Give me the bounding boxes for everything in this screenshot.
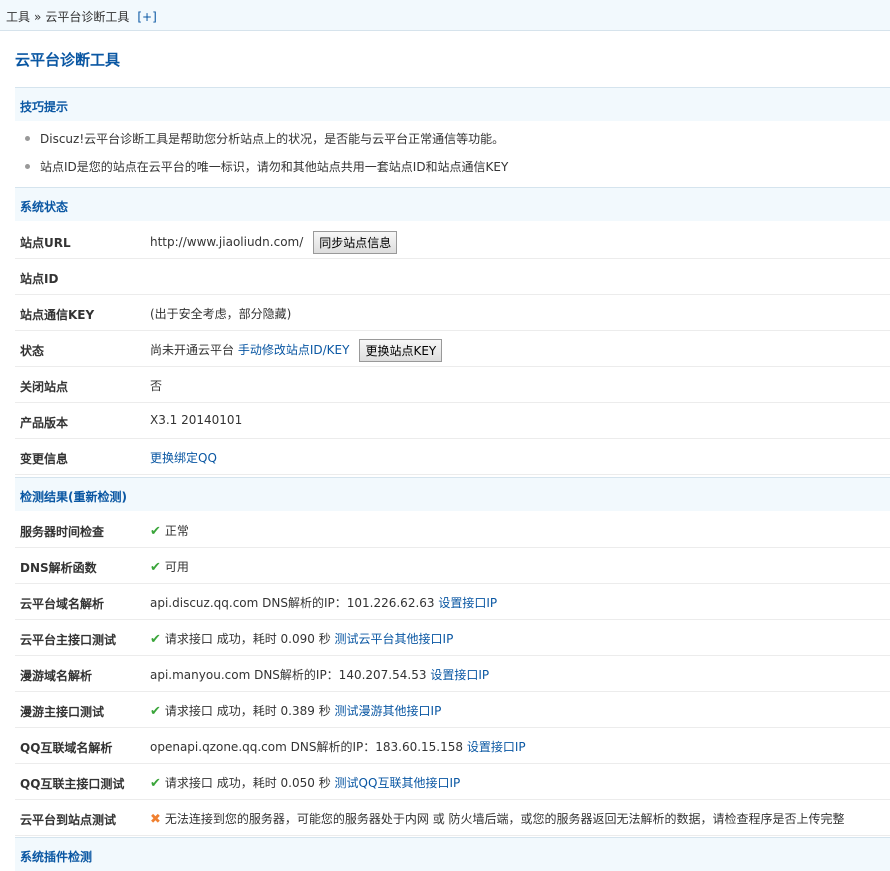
change-site-key-button[interactable]: 更换站点KEY bbox=[359, 339, 443, 362]
check-row-link[interactable]: 测试云平台其他接口IP bbox=[335, 632, 454, 646]
check-row-text: 请求接口 成功，耗时 0.090 秒 bbox=[164, 632, 331, 646]
check-row: 云平台到站点测试 ✖ 无法连接到您的服务器，可能您的服务器处于内网 或 防火墙后端，… bbox=[15, 800, 890, 836]
check-row-value: api.manyou.com DNS解析的IP：140.207.54.53 设置… bbox=[150, 666, 489, 683]
system-status-header-label: 系统状态 bbox=[20, 200, 69, 214]
change-bound-qq-link[interactable]: 更换绑定QQ bbox=[150, 451, 217, 465]
check-row: DNS解析函数 ✔ 可用 bbox=[15, 548, 890, 584]
check-row-label: 服务器时间检查 bbox=[20, 525, 105, 539]
check-row: QQ互联主接口测试 ✔ 请求接口 成功，耗时 0.050 秒 测试QQ互联其他接口I… bbox=[15, 764, 890, 800]
site-url-row: 站点URL http://www.jiaoliudn.com/同步站点信息 bbox=[15, 223, 890, 259]
check-row-link[interactable]: 设置接口IP bbox=[438, 596, 497, 610]
site-id-row: 站点ID bbox=[15, 259, 890, 295]
check-row-value: ✔ 可用 bbox=[150, 558, 189, 575]
check-row-text: api.manyou.com DNS解析的IP：140.207.54.53 bbox=[150, 668, 427, 682]
check-row: 漫游域名解析 api.manyou.com DNS解析的IP：140.207.54… bbox=[15, 656, 890, 692]
site-key-row: 站点通信KEY (出于安全考虑，部分隐藏) bbox=[15, 295, 890, 331]
site-closed-label: 关闭站点 bbox=[20, 380, 69, 394]
check-row-text: api.discuz.qq.com DNS解析的IP：101.226.62.63 bbox=[150, 596, 435, 610]
system-status-section-header: 系统状态 bbox=[15, 187, 890, 221]
check-row: 服务器时间检查 ✔ 正常 bbox=[15, 512, 890, 548]
check-row-text: 无法连接到您的服务器，可能您的服务器处于内网 或 防火墙后端，或您的服务器返回无… bbox=[164, 812, 845, 826]
tip-item: 站点ID是您的站点在云平台的唯一标识，请勿和其他站点共用一套站点ID和站点通信K… bbox=[25, 158, 508, 175]
site-key-value: (出于安全考虑，部分隐藏) bbox=[150, 307, 292, 321]
site-key-label: 站点通信KEY bbox=[20, 308, 95, 322]
plugin-check-section-header: 系统插件检测 bbox=[15, 837, 890, 871]
change-info-label: 变更信息 bbox=[20, 452, 69, 466]
tip-text: Discuz!云平台诊断工具是帮助您分析站点上的状况，是否能与云平台正常通信等功… bbox=[40, 132, 505, 146]
check-icon: ✔ bbox=[150, 560, 161, 575]
check-row-link[interactable]: 测试漫游其他接口IP bbox=[335, 704, 442, 718]
check-row-text: 请求接口 成功，耗时 0.389 秒 bbox=[164, 704, 331, 718]
status-row: 状态 尚未开通云平台 手动修改站点ID/KEY 更换站点KEY bbox=[15, 331, 890, 367]
check-icon: ✔ bbox=[150, 704, 161, 719]
check-icon: ✔ bbox=[150, 524, 161, 539]
site-id-label: 站点ID bbox=[20, 272, 59, 286]
tips-header-label: 技巧提示 bbox=[20, 100, 69, 114]
check-row-link[interactable]: 设置接口IP bbox=[430, 668, 489, 682]
check-row-link[interactable]: 测试QQ互联其他接口IP bbox=[335, 776, 461, 790]
check-row-value: api.discuz.qq.com DNS解析的IP：101.226.62.63… bbox=[150, 594, 497, 611]
check-row-text: 正常 bbox=[164, 524, 189, 538]
check-row: 漫游主接口测试 ✔ 请求接口 成功，耗时 0.389 秒 测试漫游其他接口IP bbox=[15, 692, 890, 728]
check-row-label: DNS解析函数 bbox=[20, 561, 97, 575]
check-row-value: openapi.qzone.qq.com DNS解析的IP：183.60.15.… bbox=[150, 738, 526, 755]
check-row-value: ✔ 正常 bbox=[150, 522, 189, 539]
check-row-text: 可用 bbox=[164, 560, 189, 574]
check-row-label: 云平台到站点测试 bbox=[20, 813, 117, 827]
check-row-text: openapi.qzone.qq.com DNS解析的IP：183.60.15.… bbox=[150, 740, 464, 754]
check-row-value: ✔ 请求接口 成功，耗时 0.050 秒 测试QQ互联其他接口IP bbox=[150, 774, 460, 791]
page-title: 云平台诊断工具 bbox=[15, 51, 121, 69]
check-results-section-header: 检测结果(重新检测) bbox=[15, 477, 890, 511]
tip-text: 站点ID是您的站点在云平台的唯一标识，请勿和其他站点共用一套站点ID和站点通信K… bbox=[40, 160, 509, 174]
tips-section-header: 技巧提示 bbox=[15, 87, 890, 121]
version-value: X3.1 20140101 bbox=[150, 413, 243, 427]
check-row-label: QQ互联主接口测试 bbox=[20, 777, 125, 791]
check-row-value: ✔ 请求接口 成功，耗时 0.389 秒 测试漫游其他接口IP bbox=[150, 702, 441, 719]
version-label: 产品版本 bbox=[20, 416, 69, 430]
cross-icon: ✖ bbox=[150, 812, 161, 827]
version-row: 产品版本 X3.1 20140101 bbox=[15, 403, 890, 439]
check-row-text: 请求接口 成功，耗时 0.050 秒 bbox=[164, 776, 331, 790]
site-closed-row: 关闭站点 否 bbox=[15, 367, 890, 403]
check-row-label: 漫游主接口测试 bbox=[20, 705, 105, 719]
check-row-label: 云平台主接口测试 bbox=[20, 633, 117, 647]
check-results-header-label[interactable]: 检测结果(重新检测) bbox=[20, 488, 127, 505]
status-value: 尚未开通云平台 bbox=[150, 343, 235, 357]
check-row-value: ✖ 无法连接到您的服务器，可能您的服务器处于内网 或 防火墙后端，或您的服务器返回… bbox=[150, 810, 845, 827]
breadcrumb-current: 云平台诊断工具 bbox=[45, 10, 130, 24]
plugin-check-header-label: 系统插件检测 bbox=[20, 850, 93, 864]
check-row-link[interactable]: 设置接口IP bbox=[467, 740, 526, 754]
status-label: 状态 bbox=[20, 344, 45, 358]
tip-item: Discuz!云平台诊断工具是帮助您分析站点上的状况，是否能与云平台正常通信等功… bbox=[25, 130, 504, 147]
breadcrumb: 工具 » 云平台诊断工具 [+] bbox=[6, 8, 157, 25]
check-row-label: 漫游域名解析 bbox=[20, 669, 93, 683]
change-info-row: 变更信息 更换绑定QQ bbox=[15, 439, 890, 475]
check-icon: ✔ bbox=[150, 632, 161, 647]
check-row: QQ互联域名解析 openapi.qzone.qq.com DNS解析的IP：18… bbox=[15, 728, 890, 764]
check-icon: ✔ bbox=[150, 776, 161, 791]
site-url-label: 站点URL bbox=[20, 236, 71, 250]
edit-site-id-key-link[interactable]: 手动修改站点ID/KEY bbox=[238, 343, 350, 357]
top-bar: 工具 » 云平台诊断工具 [+] bbox=[0, 0, 890, 31]
breadcrumb-separator: » bbox=[34, 10, 42, 24]
site-closed-value: 否 bbox=[150, 379, 163, 393]
check-row: 云平台主接口测试 ✔ 请求接口 成功，耗时 0.090 秒 测试云平台其他接口IP bbox=[15, 620, 890, 656]
check-row-value: ✔ 请求接口 成功，耗时 0.090 秒 测试云平台其他接口IP bbox=[150, 630, 453, 647]
expand-menu-button[interactable]: [+] bbox=[137, 10, 156, 24]
breadcrumb-tools[interactable]: 工具 bbox=[6, 10, 30, 24]
check-row-label: 云平台域名解析 bbox=[20, 597, 105, 611]
site-url-value: http://www.jiaoliudn.com/ bbox=[150, 235, 304, 249]
sync-site-info-button[interactable]: 同步站点信息 bbox=[313, 231, 398, 254]
check-row-label: QQ互联域名解析 bbox=[20, 741, 113, 755]
check-row: 云平台域名解析 api.discuz.qq.com DNS解析的IP：101.22… bbox=[15, 584, 890, 620]
